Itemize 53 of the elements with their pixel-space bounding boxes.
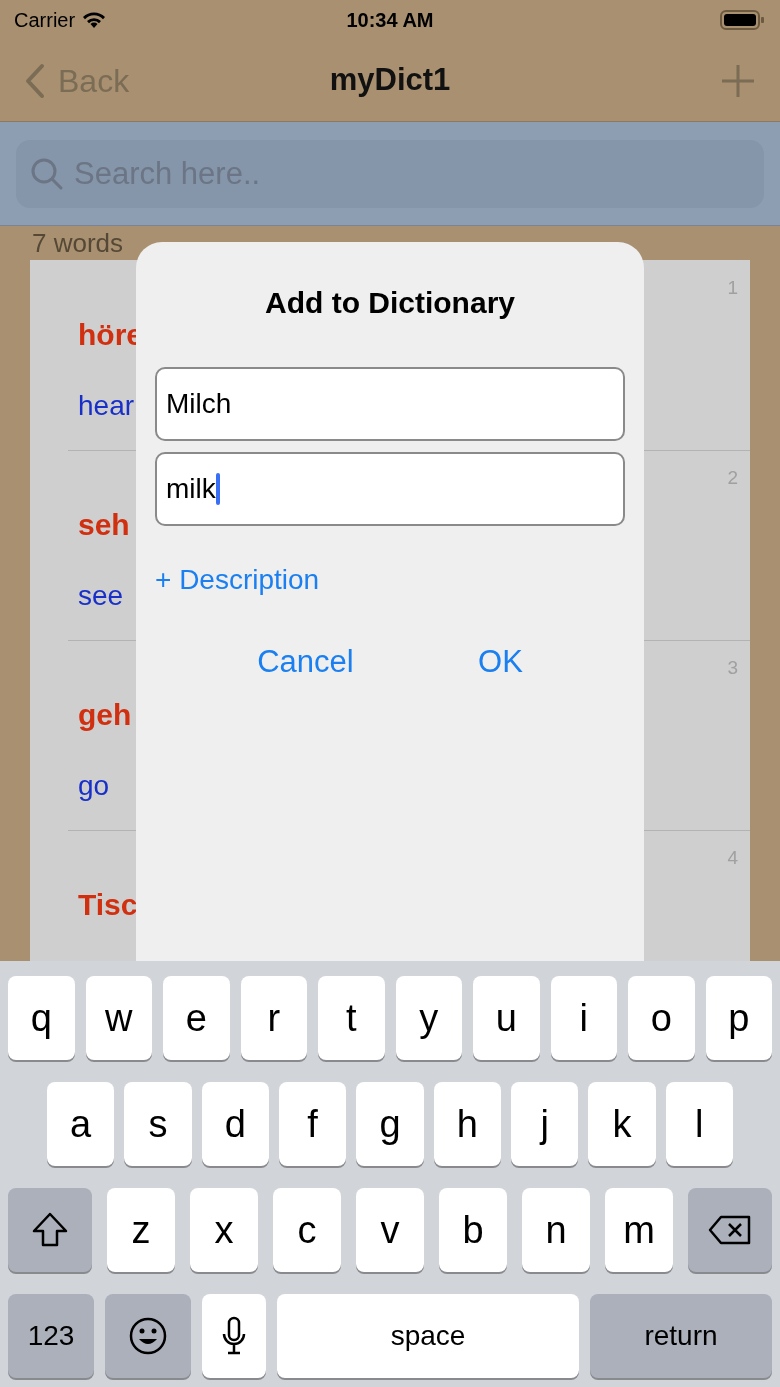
entry-translation: hear — [78, 390, 135, 421]
entry-word: Tisc — [78, 888, 138, 921]
screen-title: myDict1 — [329, 61, 451, 100]
letter-key[interactable]: y — [395, 976, 462, 1060]
entry-word: geh — [78, 698, 132, 731]
letter-key[interactable]: w — [85, 976, 152, 1060]
letter-key[interactable]: m — [605, 1188, 673, 1272]
letter-key[interactable]: f — [279, 1082, 347, 1166]
carrier-label: Carrier — [14, 8, 76, 33]
text-field[interactable]: milk — [155, 452, 625, 526]
shift-icon — [30, 1211, 70, 1249]
chevron-left-icon — [24, 62, 46, 99]
backspace-icon — [707, 1214, 753, 1246]
microphone-icon — [221, 1316, 247, 1356]
letter-key[interactable]: k — [588, 1082, 656, 1166]
letter-key[interactable]: s — [124, 1082, 192, 1166]
letter-key[interactable]: e — [163, 976, 230, 1060]
letter-key[interactable]: n — [522, 1188, 590, 1272]
letter-key[interactable]: r — [240, 976, 307, 1060]
letter-key[interactable]: v — [356, 1188, 424, 1272]
wifi-icon — [81, 10, 108, 30]
letter-key[interactable]: i — [550, 976, 617, 1060]
numbers-key[interactable]: 123 — [8, 1294, 94, 1378]
letter-key[interactable]: l — [665, 1082, 733, 1166]
entry-translation: go — [78, 770, 110, 801]
return-key[interactable]: return — [590, 1294, 772, 1378]
letter-key[interactable]: q — [8, 976, 75, 1060]
entry-translation: see — [78, 580, 124, 611]
word-count: 7 words — [32, 226, 124, 260]
smiley-icon — [128, 1316, 168, 1356]
emoji-key[interactable] — [105, 1294, 191, 1378]
letter-key[interactable]: a — [47, 1082, 115, 1166]
letter-key[interactable]: z — [107, 1188, 175, 1272]
dictation-key[interactable] — [202, 1294, 266, 1378]
letter-key[interactable]: c — [273, 1188, 341, 1272]
letter-key[interactable]: d — [201, 1082, 269, 1166]
clock-time: 10:34 AM — [346, 8, 434, 33]
delete-key[interactable] — [688, 1188, 772, 1272]
letter-key[interactable]: h — [433, 1082, 501, 1166]
letter-key[interactable]: t — [318, 976, 385, 1060]
text-field[interactable]: Milch — [155, 367, 625, 441]
letter-key[interactable]: b — [439, 1188, 507, 1272]
space-key[interactable]: space — [277, 1294, 579, 1378]
battery-icon — [720, 9, 766, 31]
dialog-title: Add to Dictionary — [264, 285, 516, 321]
shift-key[interactable] — [8, 1188, 92, 1272]
letter-key[interactable]: x — [190, 1188, 258, 1272]
letter-key[interactable]: u — [473, 976, 540, 1060]
letter-key[interactable]: p — [705, 976, 772, 1060]
letter-key[interactable]: j — [510, 1082, 579, 1166]
letter-key[interactable]: g — [356, 1082, 424, 1166]
letter-key[interactable]: o — [628, 976, 695, 1060]
entry-word: seh — [78, 508, 130, 541]
